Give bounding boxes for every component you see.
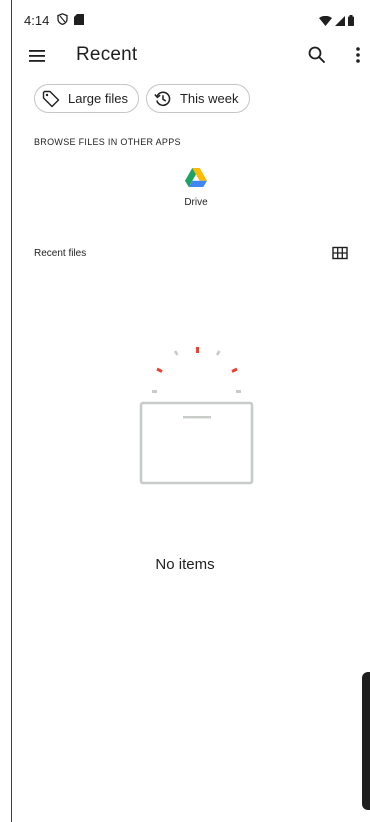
empty-state-text: No items (155, 556, 215, 573)
status-bar: 4:14 (0, 0, 370, 34)
battery-icon (348, 13, 354, 31)
page-title: Recent (76, 44, 138, 65)
status-left-icons (57, 12, 84, 30)
status-right-icons (319, 13, 354, 31)
chip-large-files[interactable]: Large files (34, 84, 139, 113)
search-icon (308, 46, 325, 63)
chip-label: This week (179, 91, 239, 106)
wifi-icon (319, 13, 332, 31)
empty-state-illustration (135, 340, 259, 490)
drive-app-tile[interactable]: Drive (166, 168, 226, 224)
hamburger-menu-icon (29, 50, 45, 62)
search-button[interactable] (305, 43, 329, 67)
more-options-button[interactable] (348, 43, 368, 67)
more-vert-icon (356, 47, 360, 63)
status-time: 4:14 (24, 13, 50, 28)
browse-apps-heading: BROWSE FILES IN OTHER APPS (34, 137, 181, 147)
grid-view-icon (332, 246, 348, 260)
chip-label: Large files (68, 91, 128, 106)
signal-icon (335, 13, 345, 31)
grid-view-toggle[interactable] (332, 246, 348, 260)
recent-files-heading: Recent files (34, 248, 87, 259)
left-edge-line (11, 0, 12, 822)
menu-button[interactable] (26, 44, 50, 68)
sd-card-icon (74, 12, 84, 30)
history-icon (154, 91, 171, 106)
tag-icon (42, 90, 60, 107)
shield-icon (57, 12, 68, 30)
edge-panel-handle[interactable] (362, 672, 370, 810)
empty-folder-illustration (139, 347, 254, 485)
filter-chips: Large files This week (34, 84, 250, 113)
chip-this-week[interactable]: This week (145, 84, 250, 113)
drive-app-label: Drive (184, 197, 208, 208)
top-app-bar: Recent (0, 34, 370, 78)
google-drive-icon (185, 168, 207, 187)
